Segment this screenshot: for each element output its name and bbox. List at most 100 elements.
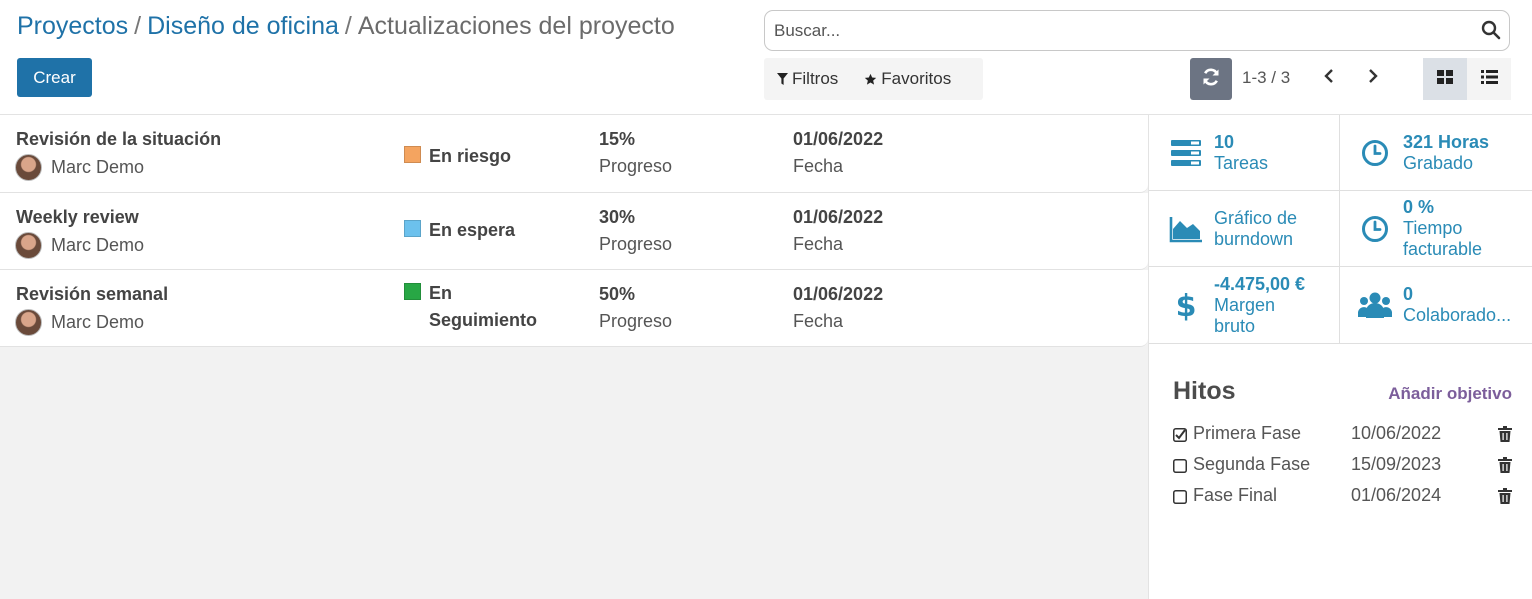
milestone-name[interactable]: Primera Fase <box>1193 420 1313 447</box>
date-value: 01/06/2022 <box>793 129 884 149</box>
status-color-swatch <box>404 146 421 163</box>
milestones-header: Hitos Añadir objetivo <box>1173 377 1512 406</box>
users-icon <box>1358 288 1392 322</box>
breadcrumb: Proyectos / Diseño de oficina / Actualizacio… <box>17 12 675 41</box>
date-label: Fecha <box>793 311 844 331</box>
avatar <box>15 154 42 181</box>
clock-icon <box>1358 136 1392 170</box>
stat-value: 0 <box>1403 284 1414 304</box>
filters-label: Filtros <box>792 69 839 88</box>
date-label: Fecha <box>793 156 844 176</box>
progress-value: 50% <box>599 284 636 304</box>
stat-tasks[interactable]: 10 Tareas <box>1149 115 1340 191</box>
avatar <box>15 309 42 336</box>
status-badge: En riesgo <box>404 143 554 170</box>
stat-billable-time[interactable]: 0 % Tiempo facturable <box>1340 191 1532 267</box>
milestone-date: 01/06/2024 <box>1351 485 1442 505</box>
stat-label: Grabado <box>1403 152 1474 173</box>
update-author: Marc Demo <box>15 309 144 336</box>
status-badge: En Seguimiento <box>404 280 537 334</box>
milestones-title: Hitos <box>1173 377 1236 405</box>
update-title: Weekly review <box>16 207 139 227</box>
stat-collaborators[interactable]: 0 Colaborado... <box>1340 267 1532 343</box>
milestone-date: 10/06/2022 <box>1351 423 1442 443</box>
search-icon[interactable] <box>1481 20 1501 40</box>
stat-label: Margen <box>1214 294 1276 315</box>
date-value: 01/06/2022 <box>793 207 884 227</box>
clock-icon <box>1358 212 1392 246</box>
create-button[interactable]: Crear <box>17 58 92 97</box>
stat-label-continued: bruto <box>1214 315 1256 336</box>
search-bar <box>764 10 1510 51</box>
update-author: Marc Demo <box>15 232 144 259</box>
update-row[interactable]: Revisión de la situación Marc Demo En ri… <box>0 115 1148 193</box>
progress-label: Progreso <box>599 156 673 176</box>
pager-next-button[interactable] <box>1362 66 1384 90</box>
checkbox-icon[interactable] <box>1173 490 1187 504</box>
breadcrumb-separator: / <box>344 12 352 40</box>
chevron-left-icon <box>1323 68 1335 89</box>
status-color-swatch <box>404 220 421 237</box>
author-name: Marc Demo <box>51 235 145 255</box>
breadcrumb-link-project[interactable]: Diseño de oficina <box>147 12 339 40</box>
list-view-button[interactable] <box>1467 58 1511 100</box>
filter-icon <box>777 73 788 85</box>
update-title: Revisión de la situación <box>16 129 222 149</box>
update-row[interactable]: Weekly review Marc Demo En espera 30% Pr… <box>0 193 1148 270</box>
status-color-swatch <box>404 283 421 300</box>
milestone-name[interactable]: Segunda Fase <box>1193 451 1313 478</box>
stat-value: 0 % <box>1403 197 1435 217</box>
stat-label-continued: burndown <box>1214 228 1294 249</box>
stat-value: -4.475,00 € <box>1214 273 1306 294</box>
svg-text:$: $ <box>1176 289 1196 321</box>
stat-gross-margin[interactable]: $ -4.475,00 € Margen bruto <box>1149 267 1340 343</box>
stat-label: Tiempo <box>1403 218 1463 238</box>
milestone-date: 15/09/2023 <box>1351 454 1442 474</box>
trash-icon[interactable] <box>1498 426 1512 442</box>
author-name: Marc Demo <box>51 312 145 332</box>
refresh-icon <box>1201 67 1221 92</box>
date-label: Fecha <box>793 234 844 254</box>
filters-toggle[interactable]: Filtros <box>764 58 851 100</box>
milestone-name[interactable]: Fase Final <box>1193 482 1313 509</box>
updates-list: Revisión de la situación Marc Demo En ri… <box>0 115 1148 347</box>
trash-icon[interactable] <box>1498 488 1512 504</box>
avatar <box>15 232 42 259</box>
status-label: En espera <box>429 220 516 240</box>
favorites-toggle[interactable]: Favoritos <box>851 58 964 100</box>
kanban-view-button[interactable] <box>1423 58 1467 100</box>
update-row[interactable]: Revisión semanal Marc Demo En Seguimient… <box>0 270 1148 347</box>
stat-label-continued: facturable <box>1403 239 1483 259</box>
trash-icon[interactable] <box>1498 457 1512 473</box>
stat-label: Colaborado... <box>1403 305 1512 325</box>
breadcrumb-link-projects[interactable]: Proyectos <box>17 12 128 40</box>
checkbox-icon[interactable] <box>1173 459 1187 473</box>
list-icon <box>1480 69 1498 89</box>
update-title: Revisión semanal <box>16 284 169 304</box>
author-name: Marc Demo <box>51 157 145 177</box>
pager-previous-button[interactable] <box>1318 66 1340 90</box>
milestones-section: Hitos Añadir objetivo Primera Fase 10/06… <box>1149 377 1532 513</box>
star-icon <box>864 73 877 86</box>
progress-value: 15% <box>599 129 636 149</box>
add-milestone-button[interactable]: Añadir objetivo <box>1388 384 1512 404</box>
refresh-button[interactable] <box>1190 58 1232 100</box>
project-stats: 10 Tareas 321 Horas Grabado Gráfico de b… <box>1149 115 1532 344</box>
milestone-item: Primera Fase 10/06/2022 <box>1173 420 1512 447</box>
progress-value: 30% <box>599 207 636 227</box>
pager-value[interactable]: 1-3 / 3 <box>1242 68 1290 88</box>
tasks-icon <box>1169 136 1203 170</box>
page-title: Actualizaciones del proyecto <box>357 12 675 40</box>
stat-hours-recorded[interactable]: 321 Horas Grabado <box>1340 115 1532 191</box>
date-value: 01/06/2022 <box>793 284 884 304</box>
checked-checkbox-icon[interactable] <box>1173 428 1187 442</box>
favorites-label: Favoritos <box>881 69 952 88</box>
progress-label: Progreso <box>599 311 673 331</box>
stat-value: 321 Horas <box>1403 131 1490 152</box>
project-side-panel: 10 Tareas 321 Horas Grabado Gráfico de b… <box>1148 115 1532 599</box>
update-author: Marc Demo <box>15 154 144 181</box>
search-input[interactable] <box>765 11 1465 50</box>
search-options: Filtros Favoritos <box>764 58 983 100</box>
milestone-item: Segunda Fase 15/09/2023 <box>1173 451 1512 478</box>
stat-burndown-chart[interactable]: Gráfico de burndown <box>1149 191 1340 267</box>
